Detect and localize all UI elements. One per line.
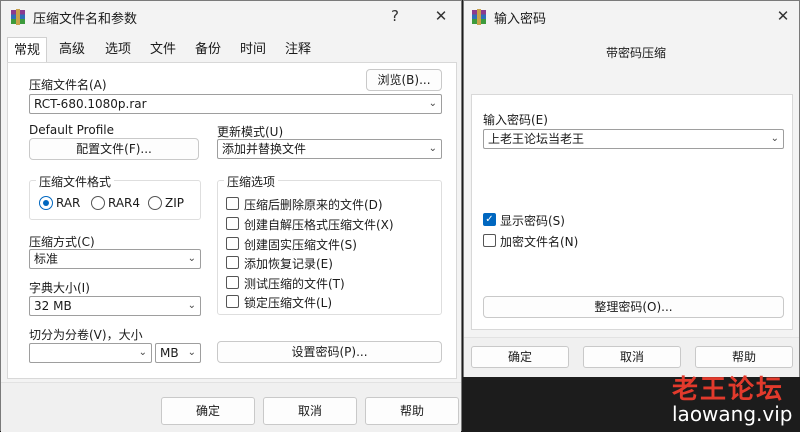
checkbox-solid-archive[interactable] [226, 237, 239, 250]
chevron-down-icon[interactable]: ⌄ [188, 297, 196, 315]
checkbox-lock-archive[interactable] [226, 295, 239, 308]
tab-backup[interactable]: 备份 [188, 39, 228, 62]
help-button[interactable]: 帮助 [365, 397, 459, 425]
password-value: 上老王论坛当老王 [488, 132, 585, 146]
dictionary-size-label: 字典大小(I) [29, 281, 90, 295]
format-group: 压缩文件格式 RAR RAR4 ZIP [29, 173, 201, 220]
password-dialog: 输入密码 ✕ 带密码压缩 输入密码(E) 上老王论坛当老王 ⌄ ✓ 显示密码(S… [463, 0, 800, 377]
chevron-down-icon[interactable]: ⌄ [188, 344, 196, 362]
archive-dialog-footer: 确定 取消 帮助 [1, 382, 461, 432]
update-mode-value: 添加并替换文件 [222, 142, 307, 156]
radio-zip-label: ZIP [165, 196, 184, 210]
archive-name-value: RCT-680.1080p.rar [34, 97, 147, 111]
split-unit-select[interactable]: MB ⌄ [155, 343, 201, 363]
dictionary-size-select[interactable]: 32 MB ⌄ [29, 296, 201, 316]
password-dialog-titlebar: 输入密码 ✕ [464, 1, 799, 31]
chevron-down-icon[interactable]: ⌄ [429, 140, 437, 158]
tab-general[interactable]: 常规 [7, 37, 47, 63]
update-mode-select[interactable]: 添加并替换文件 ⌄ [217, 139, 442, 159]
password-panel: 输入密码(E) 上老王论坛当老王 ⌄ ✓ 显示密码(S) 加密文件名(N) 整理… [471, 94, 793, 330]
option-recovery-record-label: 添加恢复记录(E) [244, 257, 333, 271]
checkbox-show-password[interactable]: ✓ [483, 213, 496, 226]
watermark-text: 老王论坛 [672, 375, 785, 405]
option-test-files-label: 测试压缩的文件(T) [244, 277, 345, 291]
tab-options[interactable]: 选项 [98, 39, 138, 62]
option-create-sfx-label: 创建自解压格式压缩文件(X) [244, 218, 394, 232]
cancel-button[interactable]: 取消 [263, 397, 357, 425]
checkbox-encrypt-filenames[interactable] [483, 234, 496, 247]
method-select[interactable]: 标准 ⌄ [29, 249, 201, 269]
option-delete-after-label: 压缩后删除原来的文件(D) [244, 198, 383, 212]
options-group: 压缩选项 压缩后删除原来的文件(D) 创建自解压格式压缩文件(X) 创建固实压缩… [217, 173, 442, 315]
split-unit-value: MB [160, 346, 179, 360]
chevron-down-icon[interactable]: ⌄ [188, 250, 196, 268]
password-label: 输入密码(E) [483, 113, 548, 127]
archive-name-field[interactable]: RCT-680.1080p.rar ⌄ [29, 94, 442, 114]
radio-zip[interactable] [148, 196, 162, 210]
archive-params-dialog: 压缩文件名和参数 ? ✕ 常规 高级 选项 文件 备份 时间 注释 压缩文件名(… [0, 0, 462, 432]
close-icon[interactable]: ✕ [772, 5, 794, 27]
checkbox-test-files[interactable] [226, 276, 239, 289]
archive-dialog-titlebar: 压缩文件名和参数 ? ✕ [1, 1, 461, 31]
help-button[interactable]: 帮助 [695, 346, 793, 368]
update-mode-label: 更新模式(U) [217, 125, 284, 139]
help-icon[interactable]: ? [384, 5, 406, 27]
dictionary-size-value: 32 MB [34, 299, 72, 313]
set-password-button[interactable]: 设置密码(P)... [217, 341, 442, 363]
winrar-icon [11, 9, 25, 25]
method-value: 标准 [34, 252, 59, 266]
ok-button[interactable]: 确定 [161, 397, 255, 425]
checkbox-recovery-record[interactable] [226, 256, 239, 269]
close-icon[interactable]: ✕ [430, 5, 452, 27]
password-dialog-title: 输入密码 [494, 12, 547, 27]
options-group-label: 压缩选项 [224, 173, 279, 190]
organize-passwords-button[interactable]: 整理密码(O)... [483, 296, 784, 318]
default-profile-label: Default Profile [29, 123, 114, 137]
tab-files[interactable]: 文件 [143, 39, 183, 62]
radio-rar-label: RAR [56, 196, 81, 210]
archive-dialog-title: 压缩文件名和参数 [33, 12, 138, 27]
watermark-url: laowang.vip [672, 402, 793, 426]
tab-advanced[interactable]: 高级 [52, 39, 92, 62]
tab-time[interactable]: 时间 [233, 39, 273, 62]
browse-button[interactable]: 浏览(B)... [366, 69, 442, 91]
chevron-down-icon[interactable]: ⌄ [429, 95, 437, 113]
radio-rar4-label: RAR4 [108, 196, 141, 210]
option-lock-archive-label: 锁定压缩文件(L) [244, 296, 333, 310]
winrar-icon [472, 9, 486, 25]
password-input[interactable]: 上老王论坛当老王 ⌄ [483, 129, 784, 149]
checkbox-delete-after[interactable] [226, 197, 239, 210]
split-volume-label: 切分为分卷(V)，大小 [29, 328, 143, 342]
split-size-input[interactable]: ⌄ [29, 343, 152, 363]
chevron-down-icon[interactable]: ⌄ [771, 130, 779, 148]
radio-rar[interactable] [39, 196, 53, 210]
method-label: 压缩方式(C) [29, 235, 95, 249]
checkbox-create-sfx[interactable] [226, 217, 239, 230]
cancel-button[interactable]: 取消 [583, 346, 681, 368]
password-heading: 带密码压缩 [606, 46, 667, 60]
encrypt-filenames-label: 加密文件名(N) [500, 235, 579, 249]
config-profile-button[interactable]: 配置文件(F)... [29, 138, 199, 160]
archive-name-label: 压缩文件名(A) [29, 78, 107, 92]
tab-comment[interactable]: 注释 [278, 39, 318, 62]
radio-rar4[interactable] [91, 196, 105, 210]
chevron-down-icon[interactable]: ⌄ [139, 344, 147, 362]
show-password-label: 显示密码(S) [500, 214, 565, 228]
ok-button[interactable]: 确定 [471, 346, 569, 368]
general-panel: 压缩文件名(A) 浏览(B)... RCT-680.1080p.rar ⌄ De… [7, 62, 457, 379]
option-solid-archive-label: 创建固实压缩文件(S) [244, 238, 357, 252]
format-group-label: 压缩文件格式 [36, 173, 115, 190]
